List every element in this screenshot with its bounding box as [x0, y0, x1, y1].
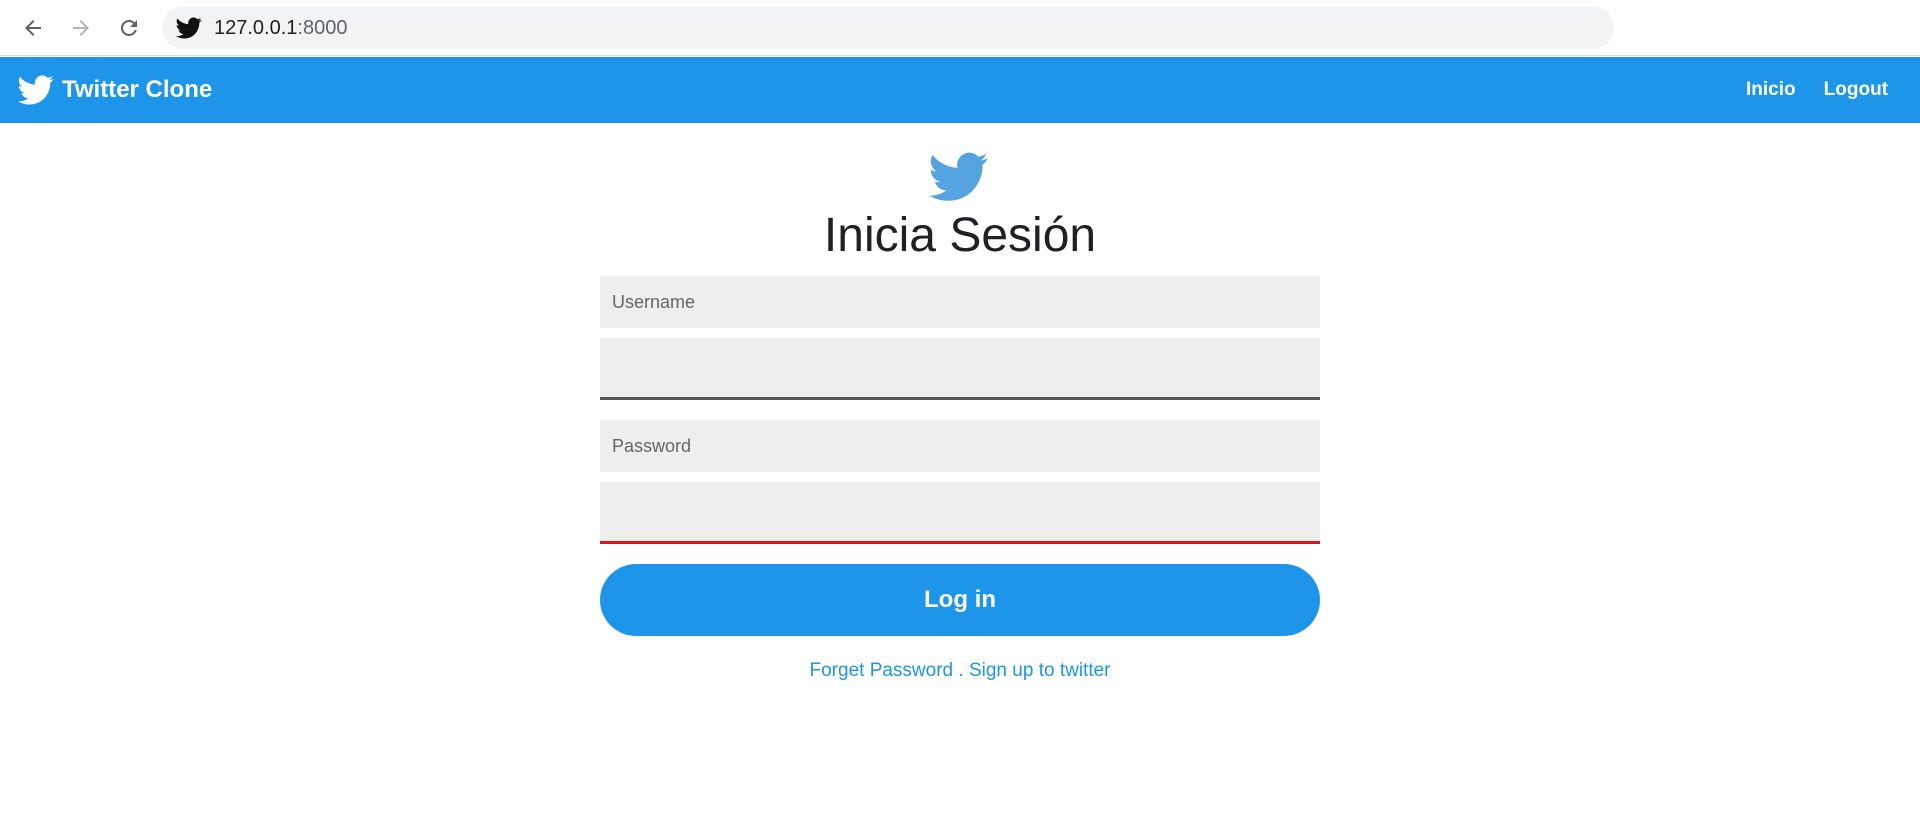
url-host: 127.0.0.1 — [214, 16, 298, 39]
page-title: Inicia Sesión — [823, 209, 1097, 262]
twitter-bird-icon — [18, 72, 54, 108]
address-bar[interactable]: 127.0.0.1:8000 — [162, 7, 1614, 49]
login-button[interactable]: Log in — [600, 564, 1320, 636]
username-input[interactable] — [600, 338, 1320, 400]
twitter-bird-icon — [176, 15, 202, 41]
arrow-left-icon — [25, 20, 41, 36]
twitter-bird-icon — [929, 152, 989, 204]
password-label: Password — [600, 420, 1320, 472]
forward-button[interactable] — [63, 10, 99, 46]
username-label: Username — [600, 276, 1320, 328]
nav-link-logout[interactable]: Logout — [1824, 79, 1888, 101]
link-separator: . — [953, 660, 969, 681]
reload-button[interactable] — [111, 10, 147, 46]
signup-link[interactable]: Sign up to twitter — [969, 660, 1111, 681]
arrow-right-icon — [73, 20, 89, 36]
browser-toolbar: 127.0.0.1:8000 — [0, 0, 1920, 56]
back-button[interactable] — [15, 10, 51, 46]
footer-links: Forget Password . Sign up to twitter — [600, 660, 1320, 682]
forgot-password-link[interactable]: Forget Password — [810, 660, 954, 681]
brand-title: Twitter Clone — [62, 76, 213, 103]
nav-links: Inicio Logout — [1718, 57, 1888, 123]
reload-icon — [120, 19, 137, 36]
brand-link[interactable]: Twitter Clone — [18, 57, 212, 123]
nav-link-inicio[interactable]: Inicio — [1746, 79, 1796, 101]
url-port: :8000 — [297, 16, 348, 39]
app-navbar: Twitter Clone Inicio Logout — [0, 57, 1920, 123]
password-input[interactable] — [600, 482, 1320, 544]
